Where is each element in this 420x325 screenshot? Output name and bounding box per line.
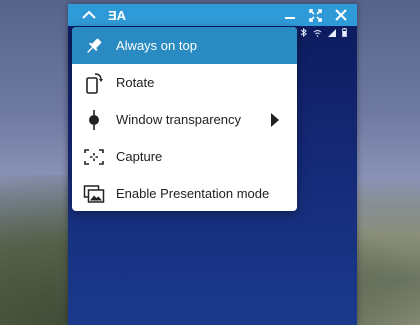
close-icon[interactable] bbox=[332, 4, 350, 26]
menu-item-label: Enable Presentation mode bbox=[116, 186, 270, 201]
menu-item-always-on-top[interactable]: Always on top bbox=[72, 27, 297, 64]
menu-item-label: Rotate bbox=[116, 75, 155, 90]
chevron-up-icon[interactable] bbox=[80, 4, 98, 26]
window-title: ƎA bbox=[107, 7, 127, 23]
menu-item-window-transparency[interactable]: Window transparency bbox=[72, 101, 297, 138]
menu-item-rotate[interactable]: Rotate bbox=[72, 64, 297, 101]
menu-item-capture[interactable]: Capture bbox=[72, 138, 297, 175]
menu-item-presentation-mode[interactable]: Enable Presentation mode bbox=[72, 175, 297, 211]
bluetooth-icon bbox=[300, 27, 307, 39]
pin-icon bbox=[83, 35, 105, 57]
menu-item-label: Always on top bbox=[116, 38, 197, 53]
menu-item-label: Window transparency bbox=[116, 112, 241, 127]
signal-icon bbox=[328, 28, 336, 39]
rotate-icon bbox=[83, 72, 105, 94]
fullscreen-icon[interactable] bbox=[306, 4, 324, 26]
phone-status-bar bbox=[300, 27, 347, 39]
capture-icon bbox=[83, 146, 105, 168]
wifi-icon bbox=[313, 29, 322, 39]
transparency-icon bbox=[83, 109, 105, 131]
window-titlebar: ƎA bbox=[68, 4, 357, 26]
submenu-arrow-icon bbox=[271, 113, 279, 127]
window-options-menu: Always on top Rotate Window transparency bbox=[72, 27, 297, 211]
menu-item-label: Capture bbox=[116, 149, 163, 164]
presentation-icon bbox=[83, 183, 105, 205]
minimize-icon[interactable] bbox=[281, 4, 299, 26]
battery-icon bbox=[342, 28, 347, 39]
